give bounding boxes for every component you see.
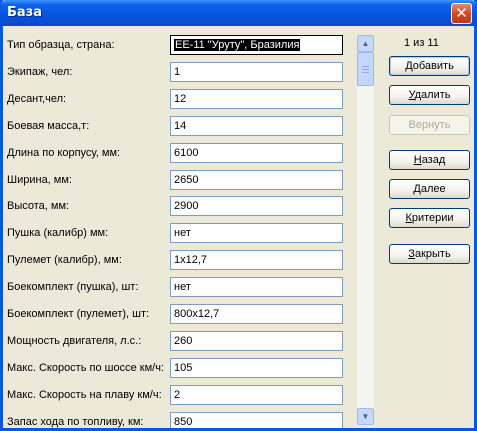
- form-row: Запас хода по топливу, км: 850: [3, 412, 355, 428]
- grip-line: [362, 66, 369, 67]
- field-value: 850: [174, 416, 193, 428]
- title-bar[interactable]: База ✕: [0, 0, 477, 26]
- form-row: Боекомплект (пулемет), шт: 800x12,7: [3, 304, 355, 326]
- scroll-up-button[interactable]: ▲: [357, 35, 374, 52]
- field-label: Макс. Скорость на плаву км/ч:: [7, 389, 162, 401]
- field-input[interactable]: 105: [170, 358, 343, 378]
- dialog-window: База ✕ Тип образца, страна: EE-11 "Уруту"…: [0, 0, 477, 431]
- field-value: 6100: [174, 147, 199, 159]
- field-label: Экипаж, чел:: [7, 66, 73, 78]
- form-row: Десант,чел: 12: [3, 89, 355, 111]
- field-value: 800x12,7: [174, 308, 220, 320]
- form-row: Мощность двигателя, л.с.: 260: [3, 331, 355, 353]
- field-label: Макс. Скорость по шоссе км/ч:: [7, 362, 164, 374]
- field-value: 2900: [174, 200, 199, 212]
- field-value: 1x12,7: [174, 254, 208, 266]
- next-button[interactable]: Далее: [389, 179, 470, 199]
- field-value: EE-11 "Уруту", Бразилия: [174, 39, 301, 51]
- field-label: Длина по корпусу, мм:: [7, 147, 121, 159]
- field-value: нет: [174, 281, 191, 293]
- scroll-down-button[interactable]: ▼: [357, 408, 374, 425]
- field-value: 14: [174, 120, 187, 132]
- arrow-down-icon: ▼: [361, 412, 370, 421]
- field-value: 12: [174, 93, 187, 105]
- dialog-content: Тип образца, страна: EE-11 "Уруту", Брази…: [3, 26, 474, 428]
- record-counter: 1 из 11: [404, 37, 439, 49]
- field-label: Тип образца, страна:: [7, 39, 115, 51]
- field-input[interactable]: 2650: [170, 170, 343, 190]
- field-input[interactable]: 1: [170, 62, 343, 82]
- grip-line: [362, 72, 369, 73]
- field-input[interactable]: нет: [170, 277, 343, 297]
- arrow-up-icon: ▲: [361, 39, 370, 48]
- field-input[interactable]: 800x12,7: [170, 304, 343, 324]
- criteria-button[interactable]: Критерии: [389, 208, 470, 228]
- field-input[interactable]: 2900: [170, 196, 343, 216]
- field-input[interactable]: 14: [170, 116, 343, 136]
- field-label: Ширина, мм:: [7, 174, 72, 186]
- field-value: нет: [174, 227, 191, 239]
- field-input[interactable]: EE-11 "Уруту", Бразилия: [170, 35, 343, 55]
- restore-button: Вернуть: [389, 115, 470, 135]
- delete-button[interactable]: Удалить: [389, 85, 470, 105]
- form-row: Экипаж, чел: 1: [3, 62, 355, 84]
- field-label: Боевая масса,т:: [7, 120, 90, 132]
- field-value: 105: [174, 362, 193, 374]
- close-window-button[interactable]: ✕: [451, 3, 472, 24]
- record-form: Тип образца, страна: EE-11 "Уруту", Брази…: [3, 26, 355, 428]
- field-label: Мощность двигателя, л.с.:: [7, 335, 142, 347]
- field-input[interactable]: 12: [170, 89, 343, 109]
- field-input[interactable]: 260: [170, 331, 343, 351]
- field-input[interactable]: 2: [170, 385, 343, 405]
- close-icon: ✕: [455, 4, 468, 22]
- grip-line: [362, 69, 369, 70]
- window-title: База: [7, 5, 43, 20]
- field-value: 260: [174, 335, 193, 347]
- form-row: Ширина, мм: 2650: [3, 170, 355, 192]
- form-row: Боевая масса,т: 14: [3, 116, 355, 138]
- field-label: Пушка (калибр) мм:: [7, 227, 109, 239]
- field-label: Боекомплект (пулемет), шт:: [7, 308, 150, 320]
- close-button[interactable]: Закрыть: [389, 244, 470, 264]
- form-row: Длина по корпусу, мм: 6100: [3, 143, 355, 165]
- field-input[interactable]: нет: [170, 223, 343, 243]
- field-label: Пулемет (калибр), мм:: [7, 254, 122, 266]
- field-value: 2: [174, 389, 181, 401]
- scroll-thumb[interactable]: [357, 52, 374, 86]
- back-button[interactable]: Назад: [389, 150, 470, 170]
- field-label: Высота, мм:: [7, 200, 70, 212]
- form-row: Высота, мм: 2900: [3, 196, 355, 218]
- form-row: Макс. Скорость на плаву км/ч: 2: [3, 385, 355, 407]
- form-row: Пушка (калибр) мм: нет: [3, 223, 355, 245]
- field-input[interactable]: 850: [170, 412, 343, 428]
- add-button[interactable]: Добавить: [389, 56, 470, 76]
- form-row: Боекомплект (пушка), шт: нет: [3, 277, 355, 299]
- field-value: 2650: [174, 174, 199, 186]
- form-row: Макс. Скорость по шоссе км/ч: 105: [3, 358, 355, 380]
- field-value: 1: [174, 66, 181, 78]
- field-input[interactable]: 1x12,7: [170, 250, 343, 270]
- form-row: Тип образца, страна: EE-11 "Уруту", Брази…: [3, 35, 355, 57]
- form-row: Пулемет (калибр), мм: 1x12,7: [3, 250, 355, 272]
- field-label: Боекомплект (пушка), шт:: [7, 281, 139, 293]
- field-input[interactable]: 6100: [170, 143, 343, 163]
- field-label: Десант,чел:: [7, 93, 67, 105]
- form-scrollbar[interactable]: ▲ ▼: [356, 35, 374, 425]
- field-label: Запас хода по топливу, км:: [7, 416, 144, 428]
